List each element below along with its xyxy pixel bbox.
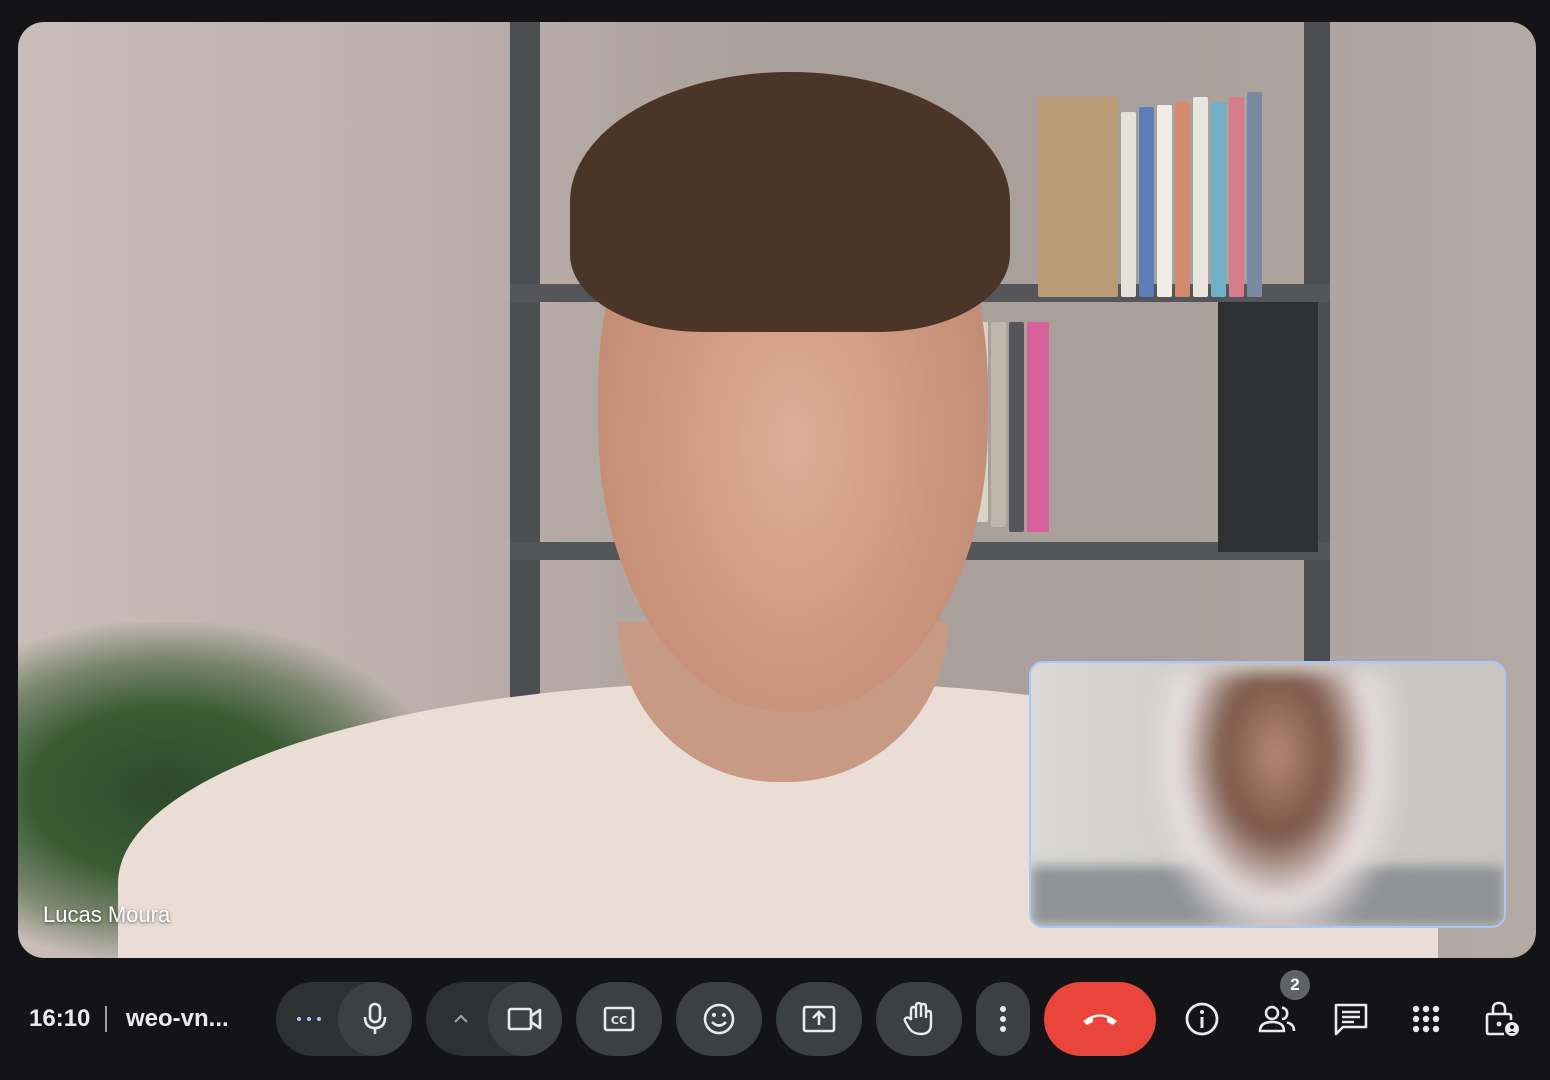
microphone-icon (361, 1002, 389, 1036)
info-icon (1184, 1001, 1220, 1037)
present-screen-icon (802, 1005, 836, 1033)
videocam-icon (507, 1006, 543, 1032)
people-icon (1257, 1003, 1297, 1035)
participant-count-badge: 2 (1280, 970, 1310, 1000)
leave-call-button[interactable] (1044, 982, 1156, 1056)
host-controls-button[interactable] (1478, 995, 1526, 1043)
self-view-participant (1151, 673, 1401, 926)
chevron-up-icon (452, 1013, 470, 1025)
meeting-details-button[interactable] (1178, 995, 1226, 1043)
captions-button[interactable]: CC (576, 982, 662, 1056)
apps-grid-icon (1411, 1004, 1441, 1034)
self-view-tile[interactable] (1029, 661, 1506, 928)
audio-options-button[interactable] (276, 982, 342, 1056)
meeting-code[interactable]: weo-vn... (126, 1005, 229, 1033)
call-end-icon (1080, 1010, 1120, 1028)
video-options-button[interactable] (426, 982, 496, 1056)
more-options-button[interactable] (976, 982, 1030, 1056)
audio-control-group (276, 982, 412, 1056)
control-bar: 16:10 weo-vn... CC 2 (0, 970, 1550, 1070)
camera-button[interactable] (488, 982, 562, 1056)
chat-button[interactable] (1327, 995, 1375, 1043)
svg-text:CC: CC (611, 1014, 627, 1027)
activities-button[interactable] (1402, 995, 1450, 1043)
video-control-group (426, 982, 562, 1056)
divider (105, 1006, 107, 1032)
lock-person-icon (1484, 1000, 1520, 1038)
microphone-button[interactable] (338, 982, 412, 1056)
raise-hand-icon (903, 1002, 935, 1036)
chat-icon (1333, 1002, 1369, 1036)
participant-name-label: Lucas Moura (43, 902, 171, 927)
present-button[interactable] (776, 982, 862, 1056)
participant-hair (570, 72, 1010, 332)
closed-captions-icon: CC (603, 1006, 635, 1032)
shelf-back (1218, 302, 1318, 552)
meeting-clock: 16:10 (29, 1005, 91, 1032)
raise-hand-button[interactable] (876, 982, 962, 1056)
more-vertical-icon (999, 1005, 1007, 1033)
books-top (1038, 82, 1262, 297)
more-horizontal-icon (295, 1015, 323, 1023)
reactions-button[interactable] (676, 982, 762, 1056)
people-button[interactable] (1253, 995, 1301, 1043)
emoji-icon (702, 1002, 736, 1036)
